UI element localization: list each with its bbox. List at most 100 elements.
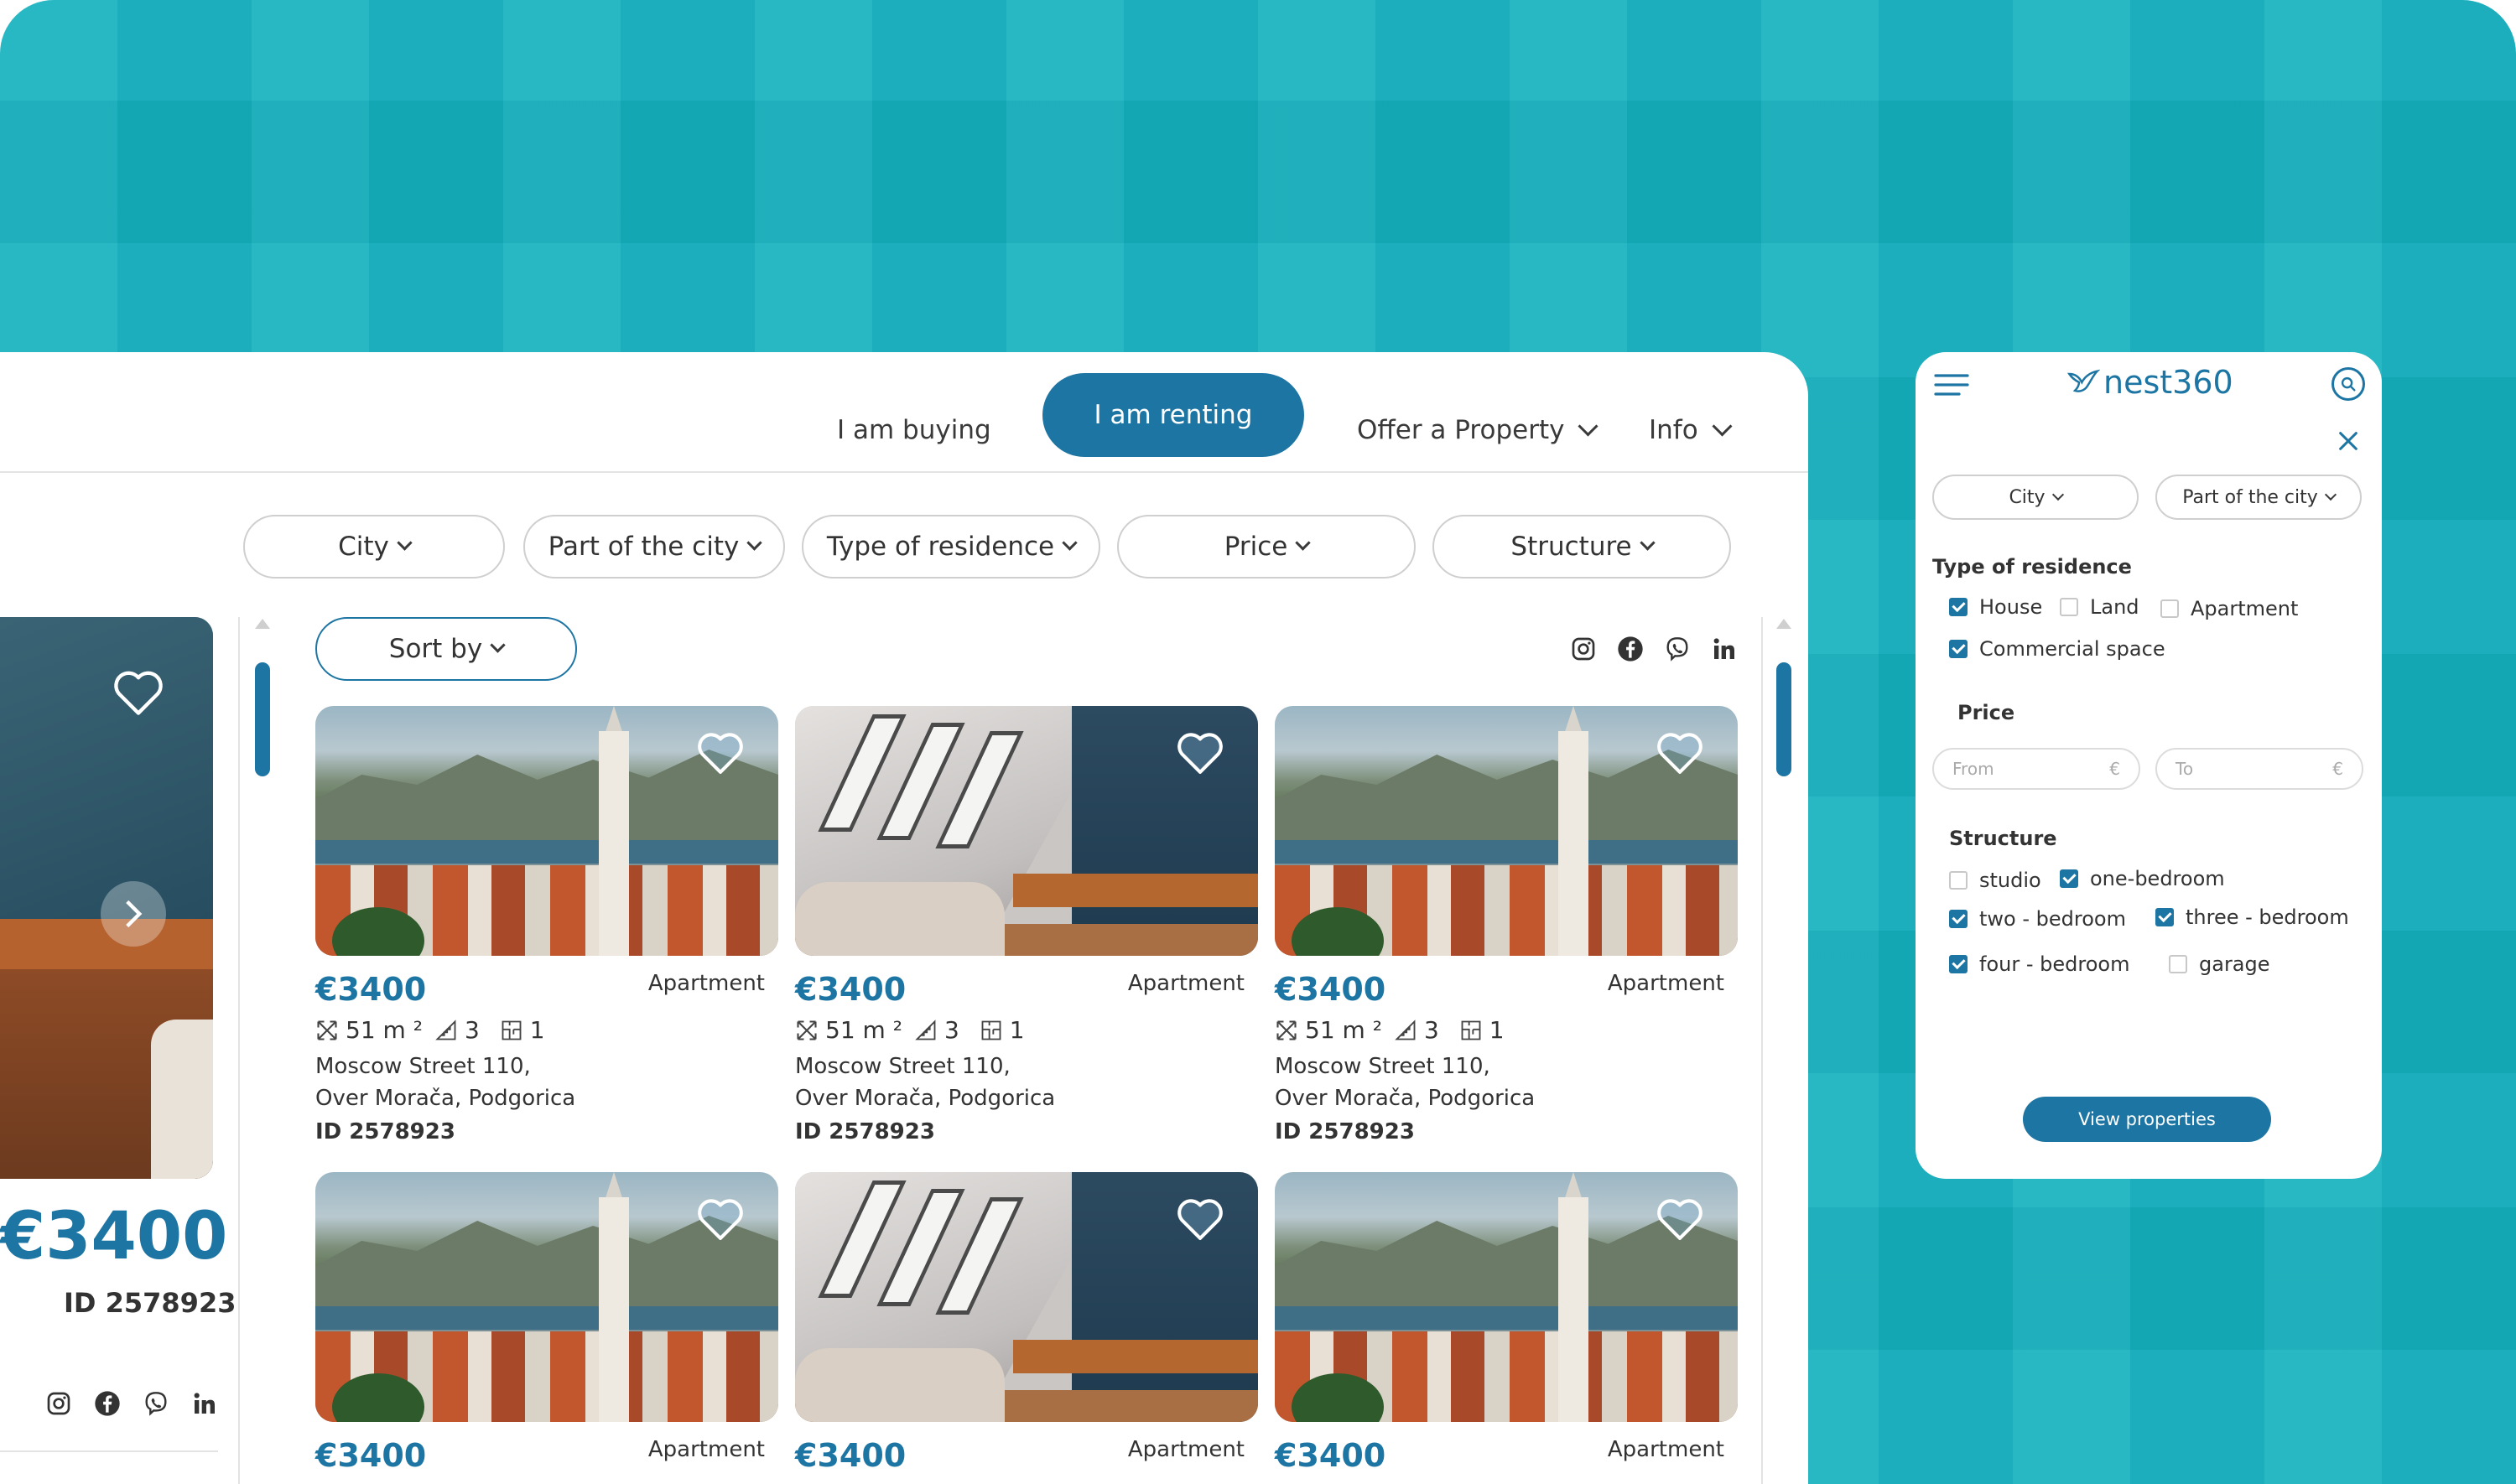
- filter-city[interactable]: City: [243, 515, 505, 579]
- checkbox-box[interactable]: [2060, 598, 2078, 616]
- filter-structure[interactable]: Structure: [1432, 515, 1731, 579]
- checkbox-box[interactable]: [1949, 640, 1968, 658]
- sort-by-dropdown[interactable]: Sort by: [315, 617, 577, 681]
- chevron-down-icon: [490, 636, 506, 653]
- checkbox-box[interactable]: [2169, 955, 2187, 973]
- property-image[interactable]: [795, 706, 1258, 956]
- checkbox-studio[interactable]: studio: [1949, 869, 2041, 892]
- brand-logo[interactable]: nest360: [2066, 364, 2233, 401]
- property-price: €3400: [795, 971, 907, 1008]
- scroll-up-icon[interactable]: [255, 619, 270, 629]
- stairs-icon: [1395, 1019, 1416, 1040]
- filter-type-of-residence[interactable]: Type of residence: [802, 515, 1100, 579]
- property-address-line2: Over Morača, Podgorica: [315, 1086, 576, 1111]
- price-to-placeholder: To: [2176, 759, 2194, 779]
- checkbox-garage[interactable]: garage: [2169, 952, 2270, 976]
- heart-icon[interactable]: [694, 729, 746, 776]
- heart-icon[interactable]: [1654, 729, 1706, 776]
- checkbox-box[interactable]: [1949, 910, 1968, 928]
- chevron-down-icon: [2051, 488, 2064, 501]
- nav-buying[interactable]: I am buying: [837, 415, 991, 445]
- checkbox-four-bedroom[interactable]: four - bedroom: [1949, 952, 2129, 976]
- property-card[interactable]: €3400 Apartment 51 m ² 3 1 Moscow Street…: [795, 706, 1258, 1144]
- nav-renting-label: I am renting: [1094, 400, 1253, 430]
- property-card[interactable]: €3400 Apartment: [795, 1172, 1258, 1474]
- property-id: ID 2578923: [795, 1119, 935, 1144]
- filter-price[interactable]: Price: [1117, 515, 1416, 579]
- property-type: Apartment: [1607, 971, 1724, 996]
- scrollbar-thumb[interactable]: [255, 662, 270, 776]
- heart-icon[interactable]: [1654, 1196, 1706, 1243]
- linkedin-icon[interactable]: [190, 1388, 220, 1419]
- property-image[interactable]: [795, 1172, 1258, 1422]
- mobile-filter-part-of-city[interactable]: Part of the city: [2155, 475, 2362, 520]
- checkbox-box[interactable]: [2155, 908, 2174, 926]
- property-card[interactable]: €3400 Apartment 51 m ² 3 1 Moscow Street…: [315, 706, 778, 1144]
- checkbox-label: Commercial space: [1979, 637, 2165, 661]
- property-id: ID 2578923: [315, 1119, 455, 1144]
- checkbox-box[interactable]: [2060, 869, 2078, 888]
- featured-price: €3400: [0, 1199, 228, 1274]
- chevron-down-icon: [1578, 416, 1598, 437]
- featured-property-image[interactable]: [0, 617, 213, 1179]
- filter-part-of-city[interactable]: Part of the city: [523, 515, 785, 579]
- heart-icon[interactable]: [1174, 1196, 1226, 1243]
- viber-icon[interactable]: [141, 1388, 171, 1419]
- mobile-filter-part-label: Part of the city: [2182, 486, 2318, 508]
- nav-info[interactable]: Info: [1649, 415, 1733, 445]
- property-image[interactable]: [1275, 706, 1738, 956]
- price-from-input[interactable]: From €: [1932, 748, 2140, 790]
- heart-icon[interactable]: [111, 667, 166, 718]
- checkbox-box[interactable]: [1949, 955, 1968, 973]
- search-button[interactable]: [2331, 367, 2365, 401]
- scrollbar-thumb[interactable]: [1776, 662, 1791, 776]
- checkbox-one-bedroom[interactable]: one-bedroom: [2060, 867, 2225, 890]
- scrollbar-left[interactable]: [255, 619, 270, 776]
- close-icon[interactable]: [2337, 429, 2360, 453]
- property-baths: 1: [529, 1016, 545, 1044]
- nav-renting[interactable]: I am renting: [1042, 373, 1304, 457]
- instagram-icon[interactable]: [1568, 634, 1598, 664]
- heart-icon[interactable]: [694, 1196, 746, 1243]
- scrollbar-right[interactable]: [1776, 619, 1791, 776]
- floorplan-icon: [502, 1020, 522, 1040]
- checkbox-box[interactable]: [1949, 598, 1968, 616]
- facebook-icon[interactable]: [1615, 634, 1645, 664]
- property-card[interactable]: €3400 Apartment: [315, 1172, 778, 1474]
- property-rooms: 3: [944, 1016, 959, 1044]
- property-price: €3400: [315, 971, 427, 1008]
- viber-icon[interactable]: [1662, 634, 1692, 664]
- checkbox-box[interactable]: [2160, 599, 2179, 618]
- view-properties-button[interactable]: View properties: [2023, 1097, 2271, 1142]
- checkbox-apartment[interactable]: Apartment: [2160, 597, 2298, 620]
- filter-price-label: Price: [1224, 532, 1288, 562]
- facebook-icon[interactable]: [92, 1388, 122, 1419]
- mobile-filter-city[interactable]: City: [1932, 475, 2139, 520]
- instagram-icon[interactable]: [44, 1388, 74, 1419]
- property-card[interactable]: €3400 Apartment: [1275, 1172, 1738, 1474]
- checkbox-house[interactable]: House: [1949, 595, 2042, 619]
- checkbox-two-bedroom[interactable]: two - bedroom: [1949, 907, 2126, 931]
- chevron-down-icon: [1639, 534, 1656, 551]
- checkbox-three-bedroom[interactable]: three - bedroom: [2155, 905, 2349, 929]
- checkbox-commercial-space[interactable]: Commercial space: [1949, 637, 2165, 661]
- menu-icon[interactable]: [1934, 372, 1969, 397]
- property-card[interactable]: €3400 Apartment 51 m ² 3 1 Moscow Street…: [1275, 706, 1738, 1144]
- heart-icon[interactable]: [1174, 729, 1226, 776]
- scroll-up-icon[interactable]: [1776, 619, 1791, 629]
- property-image[interactable]: [1275, 1172, 1738, 1422]
- price-title: Price: [1957, 701, 2015, 724]
- checkbox-label: four - bedroom: [1979, 952, 2130, 976]
- nav-offer-label: Offer a Property: [1357, 415, 1565, 445]
- nav-offer-property[interactable]: Offer a Property: [1357, 415, 1598, 445]
- checkbox-land[interactable]: Land: [2060, 595, 2139, 619]
- price-to-input[interactable]: To €: [2155, 748, 2363, 790]
- linkedin-icon[interactable]: [1709, 634, 1739, 664]
- carousel-next-button[interactable]: [101, 881, 166, 947]
- checkbox-box[interactable]: [1949, 871, 1968, 890]
- property-image[interactable]: [315, 1172, 778, 1422]
- property-id: ID 2578923: [1275, 1119, 1415, 1144]
- property-baths: 1: [1009, 1016, 1025, 1044]
- checkbox-label: garage: [2199, 952, 2270, 976]
- property-image[interactable]: [315, 706, 778, 956]
